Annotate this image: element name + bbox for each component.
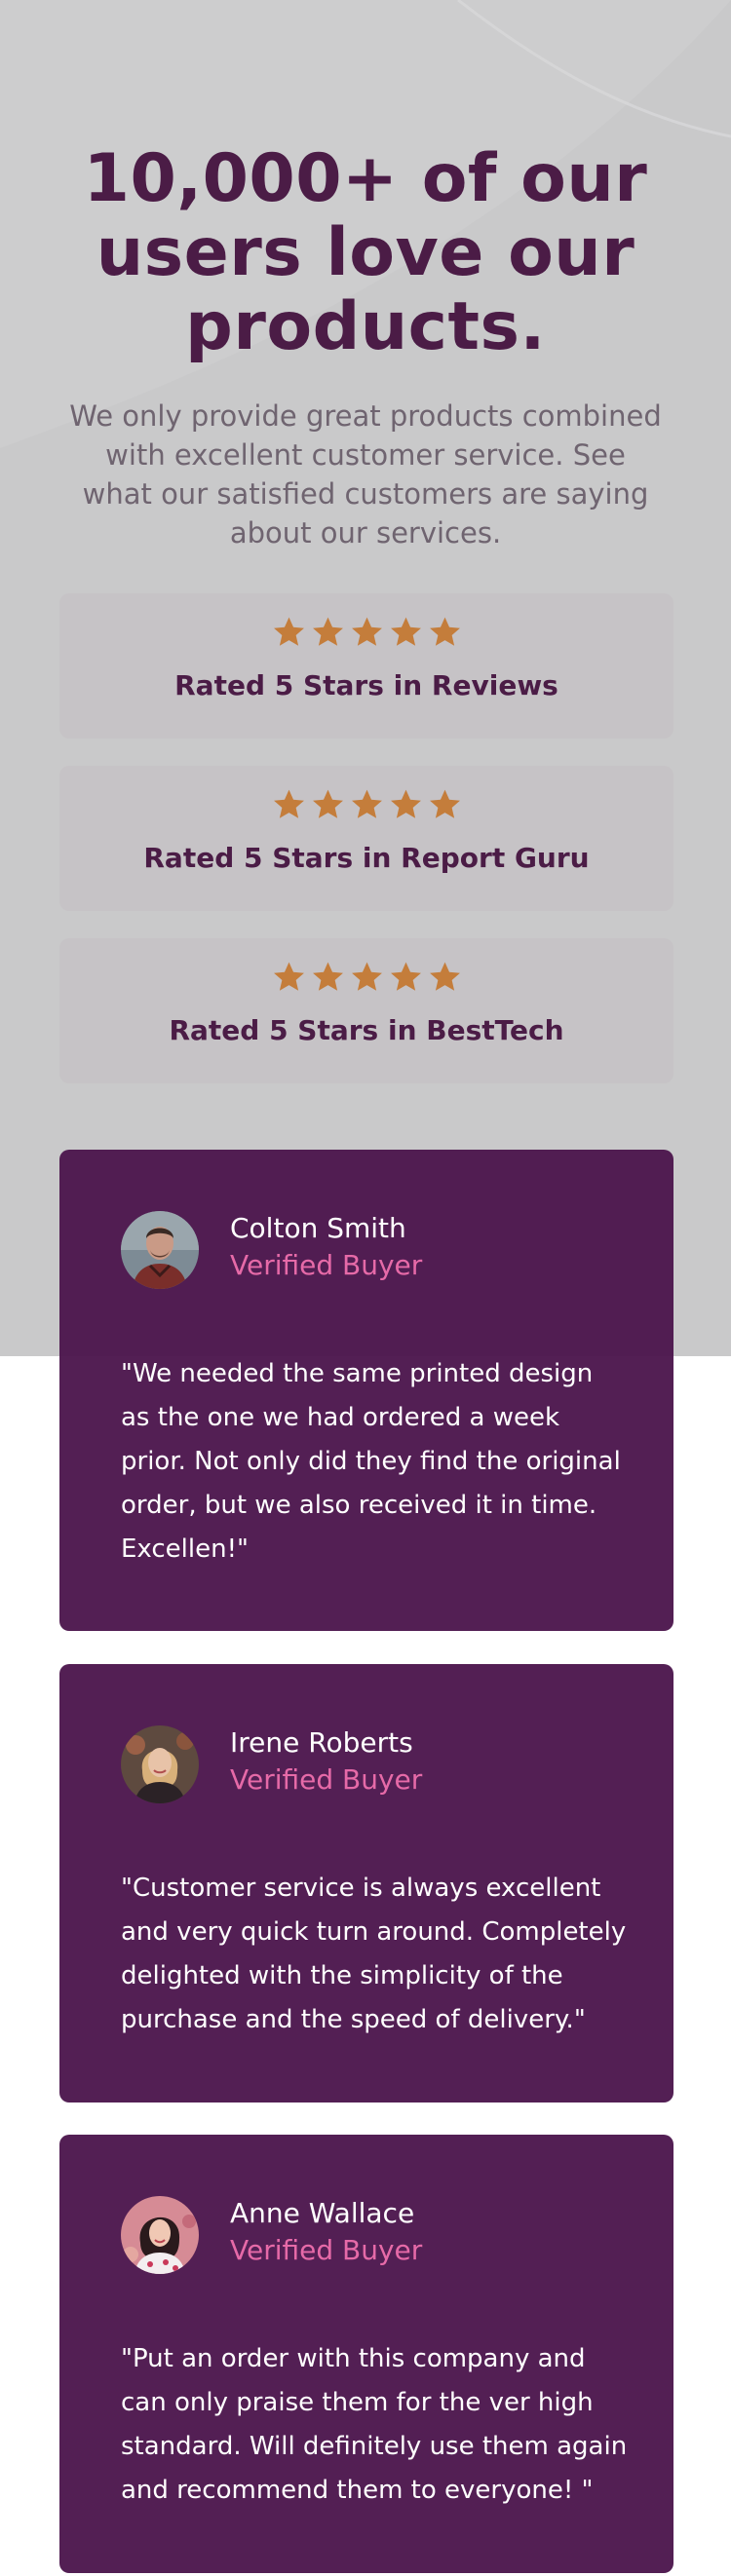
star-icon (272, 960, 306, 994)
star-icon (311, 960, 345, 994)
verified-buyer-label: Verified Buyer (230, 1249, 423, 1281)
star-icon (350, 615, 384, 649)
star-icon (389, 615, 423, 649)
title-line-3: products. (185, 287, 546, 365)
testimonial-card-irene-roberts: Irene Roberts Verified Buyer "Customer s… (59, 1664, 673, 2102)
testimonial-quote: "Put an order with this company and can … (121, 2344, 628, 2505)
verified-buyer-label: Verified Buyer (230, 2234, 423, 2266)
page-title: 10,000+ of our users love our products. (0, 139, 731, 365)
testimonial-quote: "We needed the same printed design as th… (121, 1359, 621, 1564)
star-icon (311, 615, 345, 649)
star-icon (272, 615, 306, 649)
rating-card-besttech: Rated 5 Stars in BestTech (59, 938, 673, 1083)
title-line-2: users love our (96, 213, 635, 291)
star-icon (350, 787, 384, 821)
testimonial-card-colton-smith: Colton Smith Verified Buyer "We needed t… (59, 1150, 673, 1631)
reviewer-name: Anne Wallace (230, 2197, 415, 2229)
rating-label: Rated 5 Stars in Reviews (174, 669, 558, 701)
avatar (121, 1211, 199, 1289)
star-icon (428, 615, 462, 649)
star-icon (350, 960, 384, 994)
star-icon (389, 960, 423, 994)
rating-label: Rated 5 Stars in Report Guru (143, 842, 590, 874)
star-icon (428, 787, 462, 821)
avatar (121, 1725, 199, 1803)
rating-label: Rated 5 Stars in BestTech (169, 1014, 564, 1046)
star-icon (311, 787, 345, 821)
avatar (121, 2196, 199, 2274)
testimonial-quote: "Customer service is always excellent an… (121, 1874, 627, 2034)
title-line-1: 10,000+ of our (83, 139, 648, 217)
reviewer-name: Colton Smith (230, 1212, 406, 1244)
rating-card-report-guru: Rated 5 Stars in Report Guru (59, 766, 673, 911)
star-icon (272, 787, 306, 821)
star-rating (59, 787, 673, 826)
star-icon (428, 960, 462, 994)
reviewer-name: Irene Roberts (230, 1726, 413, 1759)
intro-text: We only provide great products combined … (69, 399, 662, 549)
star-rating (59, 615, 673, 654)
star-rating (59, 960, 673, 999)
verified-buyer-label: Verified Buyer (230, 1763, 423, 1796)
star-icon (389, 787, 423, 821)
rating-card-reviews: Rated 5 Stars in Reviews (59, 593, 673, 739)
testimonial-card-anne-wallace: Anne Wallace Verified Buyer "Put an orde… (59, 2135, 673, 2573)
